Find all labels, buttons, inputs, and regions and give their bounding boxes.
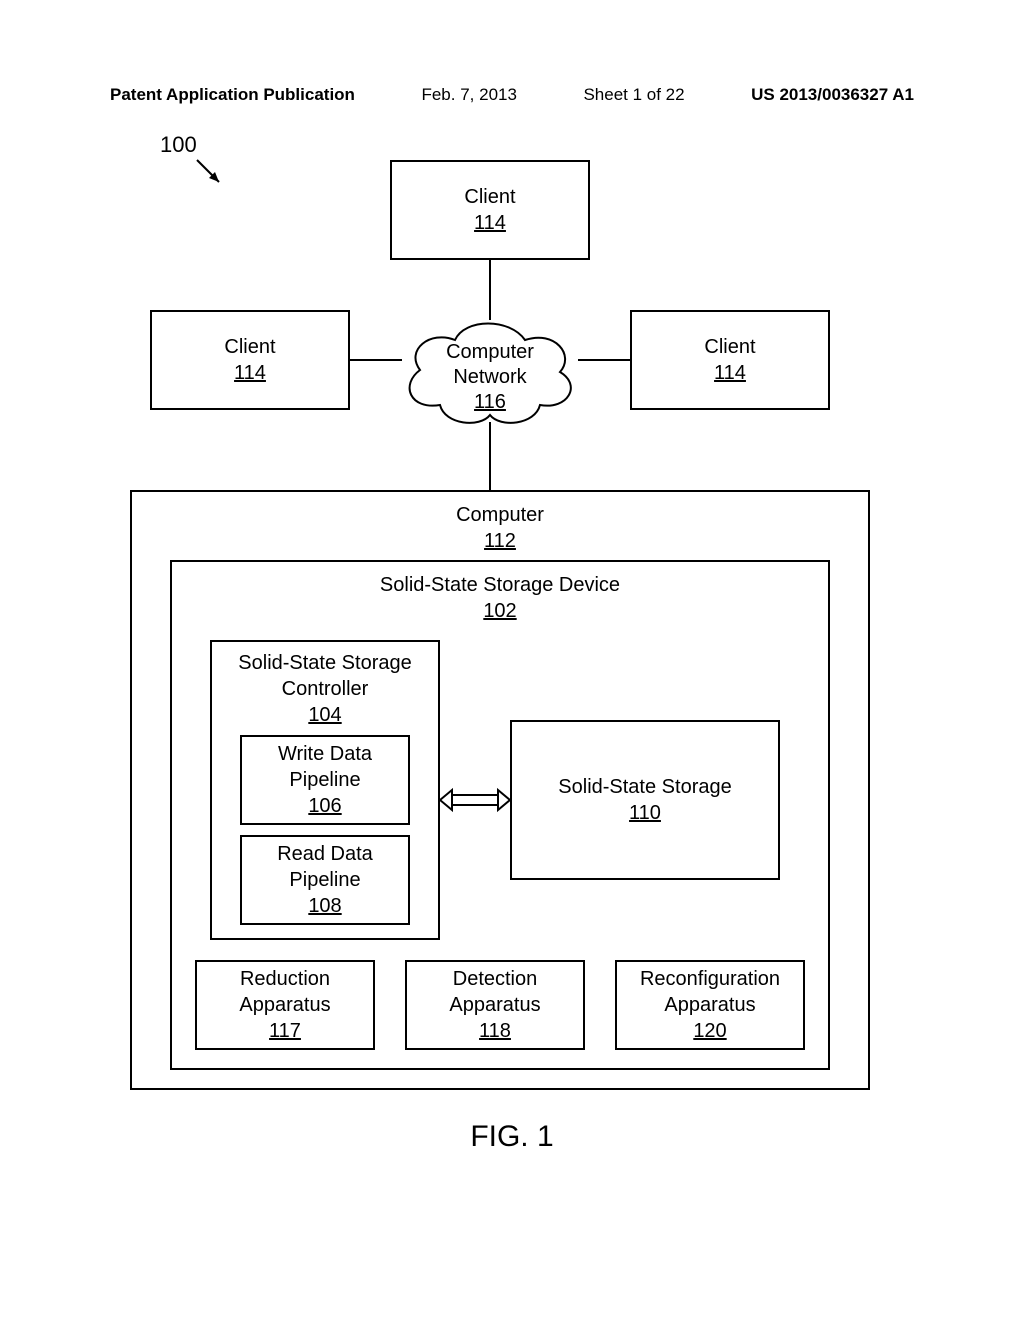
- network-cloud: Computer Network 116: [390, 310, 590, 430]
- header-docnum: US 2013/0036327 A1: [751, 85, 914, 105]
- controller-label2: Controller: [282, 676, 369, 702]
- detection-label1: Detection: [453, 966, 538, 992]
- network-label1: Computer: [390, 340, 590, 365]
- client-box-left: Client 114: [150, 310, 350, 410]
- storage-label: Solid-State Storage: [558, 774, 731, 800]
- reduction-label2: Apparatus: [239, 992, 330, 1018]
- ssd-label: Solid-State Storage Device: [380, 572, 620, 598]
- controller-label1: Solid-State Storage: [238, 650, 411, 676]
- write-pipe-num: 106: [308, 793, 341, 819]
- reference-arrow-icon: [195, 158, 225, 188]
- client-left-num: 114: [234, 360, 266, 386]
- connector-line: [350, 359, 402, 361]
- write-pipe-label2: Pipeline: [289, 767, 360, 793]
- computer-num: 112: [484, 528, 516, 554]
- connector-line: [489, 260, 491, 320]
- reconfiguration-apparatus-box: Reconfiguration Apparatus 120: [615, 960, 805, 1050]
- bidirectional-arrow-icon: [440, 785, 510, 815]
- reconfig-label2: Apparatus: [664, 992, 755, 1018]
- ssd-num: 102: [483, 598, 516, 624]
- client-right-label: Client: [704, 334, 755, 360]
- reduction-label1: Reduction: [240, 966, 330, 992]
- read-pipe-num: 108: [308, 893, 341, 919]
- write-pipe-label1: Write Data: [278, 741, 372, 767]
- detection-num: 118: [479, 1018, 511, 1044]
- reference-number-100: 100: [160, 132, 197, 158]
- reconfig-label1: Reconfiguration: [640, 966, 780, 992]
- detection-apparatus-box: Detection Apparatus 118: [405, 960, 585, 1050]
- reduction-num: 117: [269, 1018, 301, 1044]
- network-label2: Network: [390, 365, 590, 390]
- client-top-label: Client: [464, 184, 515, 210]
- storage-num: 110: [629, 800, 661, 826]
- read-pipeline-box: Read Data Pipeline 108: [240, 835, 410, 925]
- detection-label2: Apparatus: [449, 992, 540, 1018]
- storage-box: Solid-State Storage 110: [510, 720, 780, 880]
- client-top-num: 114: [474, 210, 506, 236]
- header-publication: Patent Application Publication: [110, 85, 355, 105]
- diagram-figure-1: 100 Client 114 Client 114 Client 114 Com…: [110, 120, 890, 1120]
- controller-num: 104: [308, 702, 341, 728]
- computer-label: Computer: [456, 502, 544, 528]
- reconfig-num: 120: [693, 1018, 726, 1044]
- client-box-right: Client 114: [630, 310, 830, 410]
- client-box-top: Client 114: [390, 160, 590, 260]
- header-sheet: Sheet 1 of 22: [583, 85, 684, 105]
- reduction-apparatus-box: Reduction Apparatus 117: [195, 960, 375, 1050]
- client-right-num: 114: [714, 360, 746, 386]
- header-date: Feb. 7, 2013: [421, 85, 516, 105]
- read-pipe-label2: Pipeline: [289, 867, 360, 893]
- client-left-label: Client: [224, 334, 275, 360]
- connector-line: [489, 422, 491, 490]
- read-pipe-label1: Read Data: [277, 841, 373, 867]
- connector-line: [578, 359, 630, 361]
- figure-caption: FIG. 1: [0, 1120, 1024, 1154]
- write-pipeline-box: Write Data Pipeline 106: [240, 735, 410, 825]
- network-num: 116: [390, 390, 590, 415]
